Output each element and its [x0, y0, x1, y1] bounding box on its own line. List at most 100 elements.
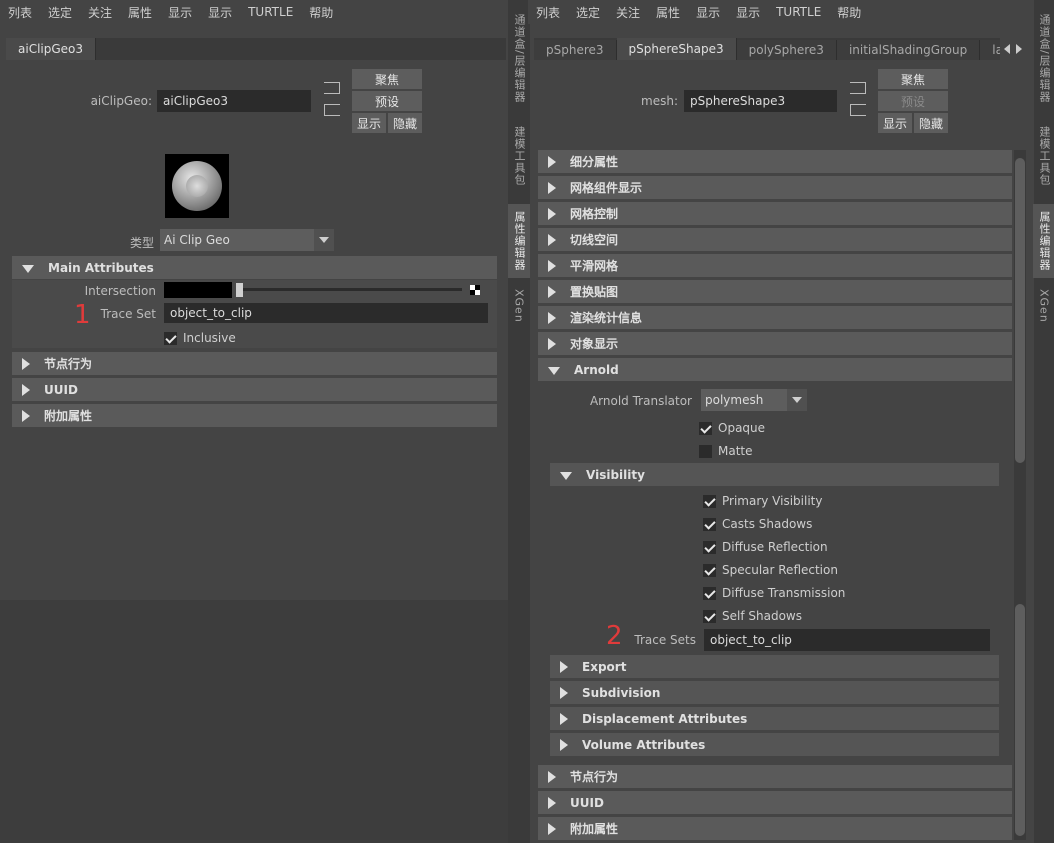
node-behavior-header[interactable]: 节点行为: [538, 765, 1012, 788]
vtab-xgen[interactable]: XGen: [508, 286, 530, 326]
menu-display[interactable]: 显示: [728, 4, 768, 21]
focus-button[interactable]: 聚焦: [878, 69, 948, 89]
tab-lambert[interactable]: laml: [980, 40, 1000, 60]
show-button[interactable]: 显示: [352, 113, 386, 133]
checkbox-icon: [699, 444, 712, 458]
menu-show[interactable]: 显示: [160, 4, 200, 21]
main-attributes-header[interactable]: Main Attributes: [12, 256, 497, 279]
menu-focus[interactable]: 关注: [80, 4, 120, 21]
node-swatch: [165, 154, 229, 218]
mesh-component-display-header[interactable]: 网格组件显示: [538, 176, 1012, 199]
casts-shadows-checkbox[interactable]: Casts Shadows: [703, 517, 812, 531]
vtab-modeling-toolkit[interactable]: 建模工具包: [1033, 116, 1054, 196]
extra-attributes-header[interactable]: 附加属性: [538, 817, 1012, 840]
specular-reflection-checkbox[interactable]: Specular Reflection: [703, 563, 838, 577]
trace-set-field[interactable]: object_to_clip: [164, 303, 488, 323]
intersection-color-swatch[interactable]: [164, 282, 232, 298]
arnold-header[interactable]: Arnold: [538, 358, 1012, 381]
opaque-checkbox[interactable]: Opaque: [699, 421, 765, 435]
checker-map-icon[interactable]: [470, 285, 480, 295]
collapse-icon: [548, 155, 556, 168]
tab-scroll-left-icon[interactable]: [1004, 44, 1010, 54]
chevron-down-icon: [314, 229, 334, 251]
matte-checkbox[interactable]: Matte: [699, 444, 753, 458]
mesh-name-field[interactable]: pSphereShape3: [684, 90, 837, 112]
right-menubar: 列表 选定 关注 属性 显示 显示 TURTLE 帮助: [528, 0, 1034, 24]
menu-attributes[interactable]: 属性: [648, 4, 688, 21]
tab-psphereshape3[interactable]: pSphereShape3: [616, 38, 737, 60]
show-button[interactable]: 显示: [878, 113, 912, 133]
right-scrollbar-thumb-lower[interactable]: [1015, 604, 1025, 836]
right-tabbar: pSphere3 pSphereShape3 polySphere3 initi…: [534, 38, 1000, 60]
collapse-icon: [548, 259, 556, 272]
inclusive-checkbox[interactable]: Inclusive: [164, 331, 236, 345]
vtab-modeling-toolkit[interactable]: 建模工具包: [508, 116, 530, 196]
load-icon[interactable]: [324, 104, 340, 116]
displacement-attributes-header[interactable]: Displacement Attributes: [550, 707, 999, 730]
menu-focus[interactable]: 关注: [608, 4, 648, 21]
diffuse-transmission-checkbox[interactable]: Diffuse Transmission: [703, 586, 845, 600]
tab-aiclipgeo3[interactable]: aiClipGeo3: [6, 38, 97, 60]
right-scrollbar-thumb[interactable]: [1015, 158, 1025, 463]
trace-sets-field[interactable]: object_to_clip: [704, 629, 990, 651]
vtab-channel-box[interactable]: 通道盒/层编辑器: [508, 8, 530, 108]
subdivision-header[interactable]: Subdivision: [550, 681, 999, 704]
self-shadows-checkbox[interactable]: Self Shadows: [703, 609, 802, 623]
hide-button[interactable]: 隐藏: [388, 113, 422, 133]
volume-attributes-header[interactable]: Volume Attributes: [550, 733, 999, 756]
section-title: Visibility: [586, 467, 645, 482]
load-icon[interactable]: [850, 104, 866, 116]
collapse-icon: [548, 822, 556, 835]
menu-select[interactable]: 选定: [40, 4, 80, 21]
mesh-controls-header[interactable]: 网格控制: [538, 202, 1012, 225]
node-name-field[interactable]: aiClipGeo3: [157, 90, 311, 112]
hide-button[interactable]: 隐藏: [914, 113, 948, 133]
export-header[interactable]: Export: [550, 655, 999, 678]
vtab-channel-box[interactable]: 通道盒/层编辑器: [1033, 8, 1054, 108]
select-icon[interactable]: [324, 82, 340, 94]
subdivision-attrs-header[interactable]: 细分属性: [538, 150, 1012, 173]
menu-select[interactable]: 选定: [568, 4, 608, 21]
section-title: 网格组件显示: [570, 181, 643, 195]
vtab-attribute-editor[interactable]: 属性编辑器: [508, 204, 530, 278]
menu-turtle[interactable]: TURTLE: [768, 5, 829, 19]
tab-polysphere3[interactable]: polySphere3: [736, 40, 837, 60]
vtab-attribute-editor[interactable]: 属性编辑器: [1033, 204, 1054, 278]
preset-button[interactable]: 预设: [878, 91, 948, 111]
menu-display[interactable]: 显示: [200, 4, 240, 21]
menu-list[interactable]: 列表: [0, 4, 40, 21]
diffuse-reflection-checkbox[interactable]: Diffuse Reflection: [703, 540, 828, 554]
object-display-header[interactable]: 对象显示: [538, 332, 1012, 355]
tab-scroll-right-icon[interactable]: [1016, 44, 1022, 54]
menu-show[interactable]: 显示: [688, 4, 728, 21]
arnold-translator-dropdown[interactable]: polymesh: [701, 389, 807, 411]
tangent-space-header[interactable]: 切线空间: [538, 228, 1012, 251]
displacement-map-header[interactable]: 置换贴图: [538, 280, 1012, 303]
focus-button[interactable]: 聚焦: [352, 69, 422, 89]
node-behavior-header[interactable]: 节点行为: [12, 352, 497, 375]
type-dropdown[interactable]: Ai Clip Geo: [160, 229, 334, 251]
select-icon[interactable]: [850, 82, 866, 94]
tab-psphere3[interactable]: pSphere3: [534, 40, 617, 60]
smooth-mesh-header[interactable]: 平滑网格: [538, 254, 1012, 277]
intersection-slider-track[interactable]: [240, 288, 462, 291]
primary-visibility-checkbox[interactable]: Primary Visibility: [703, 494, 822, 508]
menu-turtle[interactable]: TURTLE: [240, 5, 301, 19]
intersection-slider-handle[interactable]: [236, 283, 243, 297]
node-label: aiClipGeo:: [90, 94, 152, 108]
render-stats-header[interactable]: 渲染统计信息: [538, 306, 1012, 329]
menu-list[interactable]: 列表: [528, 4, 568, 21]
menu-help[interactable]: 帮助: [829, 4, 869, 21]
uuid-header[interactable]: UUID: [12, 378, 497, 401]
menu-attributes[interactable]: 属性: [120, 4, 160, 21]
menu-help[interactable]: 帮助: [301, 4, 341, 21]
vtab-xgen[interactable]: XGen: [1033, 286, 1054, 326]
checkbox-label: Diffuse Reflection: [722, 540, 828, 554]
inclusive-label: Inclusive: [183, 331, 236, 345]
tab-initialshadinggroup[interactable]: initialShadingGroup: [836, 40, 981, 60]
preset-button[interactable]: 预设: [352, 91, 422, 111]
visibility-header[interactable]: Visibility: [550, 463, 999, 486]
uuid-header[interactable]: UUID: [538, 791, 1012, 814]
section-title: 节点行为: [570, 770, 619, 784]
extra-attributes-header[interactable]: 附加属性: [12, 404, 497, 427]
